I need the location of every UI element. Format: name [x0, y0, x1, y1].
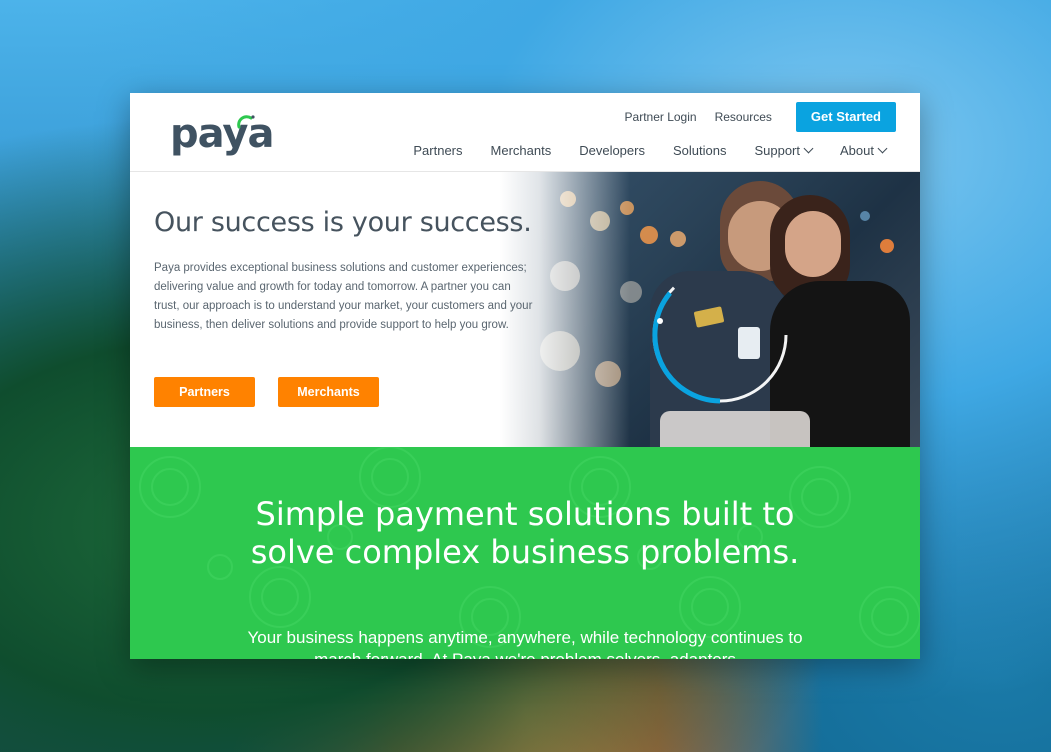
nav-label: Developers	[579, 143, 645, 158]
nav-label: Solutions	[672, 143, 727, 158]
partners-button[interactable]: Partners	[154, 377, 255, 407]
hero-title: Our success is your success.	[154, 207, 532, 238]
chevron-down-icon	[877, 143, 888, 154]
merchants-button[interactable]: Merchants	[278, 377, 379, 407]
browser-page: paya Partner Login Resources Get Started…	[130, 93, 920, 659]
get-started-button[interactable]: Get Started	[795, 102, 896, 132]
resources-link[interactable]: Resources	[715, 110, 772, 124]
banner-subtitle: Your business happens anytime, anywhere,…	[247, 628, 803, 659]
nav-merchants[interactable]: Merchants	[491, 143, 552, 158]
paya-logo[interactable]: paya	[170, 109, 274, 159]
site-header: paya Partner Login Resources Get Started…	[130, 93, 920, 172]
hero-description: Paya provides exceptional business solut…	[154, 262, 533, 331]
nav-partners[interactable]: Partners	[413, 143, 462, 158]
logo-arc-icon	[237, 115, 255, 129]
main-nav: Partners Merchants Developers Solutions …	[385, 143, 888, 158]
utility-nav: Partner Login Resources Get Started	[625, 102, 896, 132]
value-banner: Simple payment solutions built to solve …	[130, 447, 920, 659]
nav-solutions[interactable]: Solutions	[673, 143, 726, 158]
nav-about[interactable]: About	[840, 143, 888, 158]
partner-login-link[interactable]: Partner Login	[625, 110, 697, 124]
nav-label: Support	[754, 143, 801, 158]
chevron-down-icon	[803, 143, 814, 154]
banner-title: Simple payment solutions built to solve …	[250, 495, 800, 571]
nav-label: About	[840, 143, 874, 158]
nav-label: Partners	[413, 143, 463, 158]
nav-label: Merchants	[490, 143, 552, 158]
nav-developers[interactable]: Developers	[579, 143, 645, 158]
logo-wordmark: paya	[170, 111, 274, 157]
nav-support[interactable]: Support	[754, 143, 814, 158]
progress-ring-graphic	[652, 267, 788, 404]
hero-section: Our success is your success. Paya provid…	[130, 171, 920, 447]
